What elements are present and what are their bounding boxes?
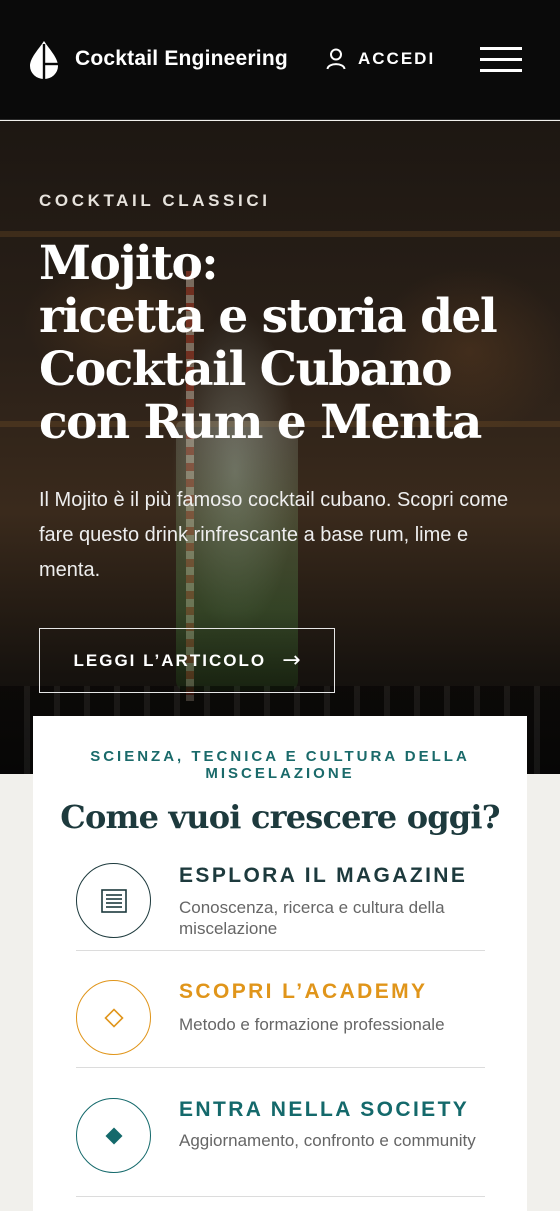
paths-kicker: SCIENZA, TECNICA E CULTURA DELLA MISCELA… [90, 748, 470, 782]
path-item-title: ESPLORA IL MAGAZINE [179, 864, 468, 887]
login-button[interactable]: ACCEDI [326, 48, 435, 70]
hero-title-line: Cocktail Cubano [39, 342, 453, 397]
hero-description: Il Mojito è il più famoso cocktail cuban… [39, 489, 509, 581]
arrow-right-icon: → [282, 648, 301, 673]
hero-category[interactable]: COCKTAIL CLASSICI [39, 191, 271, 211]
diamond-outline-icon [76, 980, 151, 1055]
brand-name[interactable]: Cocktail Engineering [75, 47, 288, 71]
hero-title-line: con Rum e Menta [39, 395, 482, 450]
read-article-label: LEGGI L’ARTICOLO [73, 650, 267, 670]
path-item-academy[interactable]: SCOPRI L’ACADEMY Metodo e formazione pro… [76, 951, 485, 1068]
path-item-description: Metodo e formazione professionale [179, 1015, 445, 1034]
path-item-title: SCOPRI L’ACADEMY [179, 980, 428, 1003]
path-item-description: Aggiornamento, confronto e community [179, 1131, 476, 1150]
path-item-description: Conoscenza, ricerca e cultura della misc… [179, 898, 445, 938]
paths-card: SCIENZA, TECNICA E CULTURA DELLA MISCELA… [33, 716, 527, 1211]
path-item-title: ENTRA NELLA SOCIETY [179, 1098, 470, 1121]
user-icon [326, 48, 346, 70]
diamond-filled-icon [76, 1098, 151, 1173]
path-item-magazine[interactable]: ESPLORA IL MAGAZINE Conoscenza, ricerca … [76, 862, 485, 951]
site-header: Cocktail Engineering ACCEDI [0, 0, 560, 120]
paths-title: Come vuoi crescere oggi? [60, 798, 500, 836]
hamburger-menu-icon[interactable] [480, 46, 522, 74]
hero-title-line: ricetta e storia del [39, 289, 498, 344]
hero-title[interactable]: Mojito: ricetta e storia del Cocktail Cu… [39, 237, 539, 449]
hero-section: COCKTAIL CLASSICI Mojito: ricetta e stor… [0, 121, 560, 774]
magazine-icon [76, 863, 151, 938]
hero-title-line: Mojito: [39, 236, 219, 291]
path-item-society[interactable]: ENTRA NELLA SOCIETY Aggiornamento, confr… [76, 1068, 485, 1197]
read-article-button[interactable]: LEGGI L’ARTICOLO → [39, 628, 335, 693]
login-label: ACCEDI [358, 49, 436, 68]
drop-logo-icon[interactable] [28, 40, 60, 80]
